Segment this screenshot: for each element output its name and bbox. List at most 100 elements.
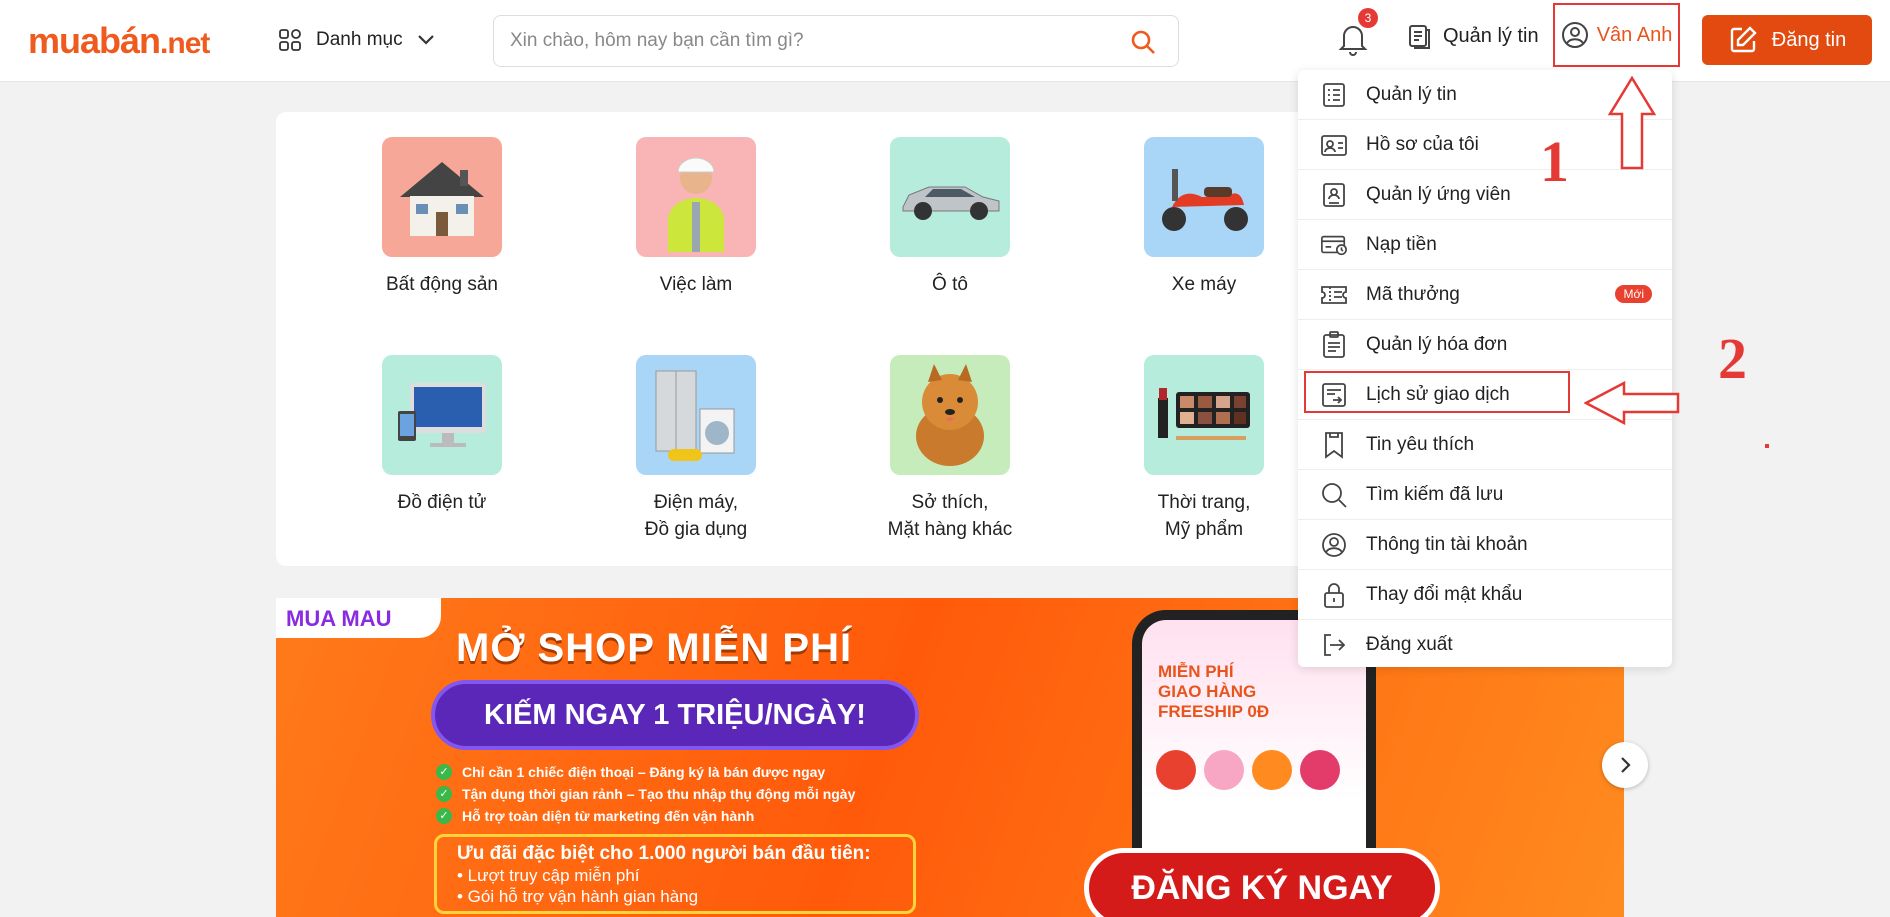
highlight-transaction-history <box>1304 371 1570 413</box>
menu-item-label: Quản lý ứng viên <box>1366 183 1511 205</box>
account-icon <box>1320 531 1348 559</box>
search-bar <box>493 15 1179 67</box>
scooter-image <box>1144 137 1264 257</box>
banner-next-button[interactable] <box>1602 742 1648 788</box>
category-label: Việc làm <box>659 274 733 295</box>
notification-badge: 3 <box>1358 8 1378 28</box>
category-real-estate[interactable]: Bất động sản <box>362 137 522 298</box>
menu-item-label: Thay đổi mật khẩu <box>1366 583 1523 605</box>
menu-item-favorites[interactable]: Tin yêu thích <box>1298 420 1672 470</box>
category-appliances[interactable]: Điện máy, Đồ gia dụng <box>616 355 776 543</box>
phone-promo-line: FREESHIP 0Đ <box>1158 702 1270 721</box>
category-cars[interactable]: Ô tô <box>870 137 1030 298</box>
new-badge: Mới <box>1615 285 1652 303</box>
profile-card-icon <box>1320 131 1348 159</box>
menu-item-change-password[interactable]: Thay đổi mật khẩu <box>1298 570 1672 620</box>
menu-item-invoices[interactable]: Quản lý hóa đơn <box>1298 320 1672 370</box>
menu-item-account-info[interactable]: Thông tin tài khoản <box>1298 520 1672 570</box>
phone-promo: MIỄN PHÍ GIAO HÀNG FREESHIP 0Đ <box>1158 662 1269 722</box>
logo-suffix-text: .net <box>160 27 210 60</box>
menu-item-label: Quản lý tin <box>1366 83 1457 105</box>
category-grid: Bất động sản Việc làm Ô tô Xe máy Đồ điệ… <box>276 112 1378 566</box>
grid-icon <box>279 29 301 51</box>
electronics-image <box>382 355 502 475</box>
offer-item: • Lượt truy cập miễn phí <box>457 866 640 885</box>
menu-item-label: Tìm kiếm đã lưu <box>1366 483 1504 505</box>
check-icon: ✓ <box>436 786 452 802</box>
phone-promo-line: GIAO HÀNG <box>1158 682 1257 701</box>
category-menu-button[interactable]: Danh mục <box>278 22 435 58</box>
menu-item-label: Nạp tiền <box>1366 233 1437 255</box>
chevron-down-icon <box>417 35 434 45</box>
category-label: Xe máy <box>1171 274 1237 295</box>
phone-promo-line: MIỄN PHÍ <box>1158 662 1234 681</box>
category-motorbikes[interactable]: Xe máy <box>1124 137 1284 298</box>
search-input[interactable] <box>510 26 1110 56</box>
annotation-arrow-left <box>1584 381 1680 425</box>
category-label: Sở thích, Mặt hàng khác <box>887 492 1013 540</box>
banner-bullet: ✓ Chỉ cần 1 chiếc điện thoại – Đăng ký là… <box>436 764 825 780</box>
invoice-icon <box>1320 330 1348 359</box>
user-circle-icon <box>1561 22 1588 48</box>
menu-item-logout[interactable]: Đăng xuất <box>1298 620 1672 670</box>
house-image <box>382 137 502 257</box>
lock-icon <box>1320 581 1348 609</box>
edit-icon <box>1730 26 1757 53</box>
annotation-arrow-up <box>1608 76 1656 170</box>
phone-promo-tiles <box>1156 750 1340 790</box>
menu-item-label: Tin yêu thích <box>1366 433 1475 455</box>
search-icon[interactable] <box>1130 29 1156 55</box>
annotation-step-2: 2 <box>1718 326 1747 391</box>
post-listing-label: Đăng tin <box>1771 28 1847 51</box>
banner-bullet: ✓ Hỗ trợ toàn diện từ marketing đến vận h… <box>436 808 754 824</box>
offer-title: Ưu đãi đặc biệt cho 1.000 người bán đầu … <box>457 843 871 864</box>
chevron-right-icon <box>1621 757 1631 773</box>
category-label: Ô tô <box>932 274 968 295</box>
banner-brand: MUA MAU <box>276 598 441 638</box>
candidate-icon <box>1320 181 1348 209</box>
menu-item-candidates[interactable]: Quản lý ứng viên <box>1298 170 1672 220</box>
user-name: Vân Anh <box>1596 23 1673 46</box>
car-image <box>890 137 1010 257</box>
menu-item-label: Đăng xuất <box>1366 634 1453 655</box>
category-label: Danh mục <box>316 29 403 50</box>
check-icon: ✓ <box>436 764 452 780</box>
bullet-text: Chỉ cần 1 chiếc điện thoại – Đăng ký là … <box>462 764 826 780</box>
site-logo[interactable]: muabán.net <box>28 20 210 62</box>
category-label: Đồ điện tử <box>397 492 487 513</box>
logo-main-text: muabán <box>28 20 161 61</box>
notification-button[interactable]: 3 <box>1338 8 1378 58</box>
menu-item-vouchers[interactable]: Mã thưởng Mới <box>1298 270 1672 320</box>
annotation-step-1: 1 <box>1540 129 1569 194</box>
menu-item-top-up[interactable]: Nạp tiền <box>1298 220 1672 270</box>
manage-listings-label: Quản lý tin <box>1443 24 1539 47</box>
wallet-icon <box>1320 231 1348 259</box>
logout-icon <box>1320 631 1348 659</box>
banner-subheadline: KIẾM NGAY 1 TRIỆU/NGÀY! <box>431 680 919 750</box>
menu-item-label: Mã thưởng <box>1366 283 1460 305</box>
bookmark-icon <box>1320 431 1348 459</box>
register-now-button[interactable]: ĐĂNG KÝ NGAY <box>1084 848 1440 917</box>
cosmetics-image <box>1144 355 1264 475</box>
category-label: Bất động sản <box>386 274 498 295</box>
bullet-text: Tận dụng thời gian rảnh – Tạo thu nhập t… <box>462 786 856 802</box>
category-hobbies[interactable]: Sở thích, Mặt hàng khác <box>870 355 1030 543</box>
category-electronics[interactable]: Đồ điện tử <box>362 355 522 516</box>
menu-item-saved-searches[interactable]: Tìm kiếm đã lưu <box>1298 470 1672 520</box>
dog-image <box>890 355 1010 475</box>
user-account-button[interactable]: Vân Anh <box>1553 3 1680 67</box>
check-icon: ✓ <box>436 808 452 824</box>
bullet-text: Hỗ trợ toàn diện từ marketing đến vận hà… <box>462 808 755 824</box>
post-listing-button[interactable]: Đăng tin <box>1702 15 1872 65</box>
banner-headline: MỞ SHOP MIỄN PHÍ <box>456 626 853 670</box>
category-label: Thời trang, Mỹ phẩm <box>1157 492 1251 540</box>
search-icon <box>1320 481 1348 509</box>
manage-listings-link[interactable]: Quản lý tin <box>1405 22 1539 50</box>
annotation-dot <box>1765 444 1769 448</box>
voucher-icon <box>1320 281 1348 309</box>
category-fashion[interactable]: Thời trang, Mỹ phẩm <box>1124 355 1284 543</box>
offer-item: • Gói hỗ trợ vận hành gian hàng <box>457 887 699 906</box>
worker-image <box>636 137 756 257</box>
menu-item-label: Hồ sơ của tôi <box>1366 133 1479 155</box>
category-jobs[interactable]: Việc làm <box>616 137 776 298</box>
